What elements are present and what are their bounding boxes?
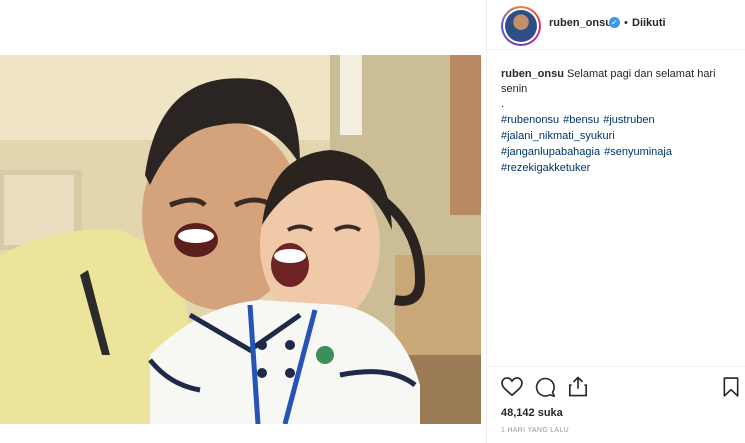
story-ring[interactable] (501, 6, 541, 46)
header-separator: • (624, 17, 628, 29)
post-caption: ruben_onsu Selamat pagi dan selamat hari … (501, 67, 737, 112)
avatar (505, 10, 537, 42)
bottom-margin (0, 424, 481, 443)
bookmark-icon[interactable] (723, 377, 739, 397)
hashtag-link[interactable]: #justruben (603, 112, 654, 128)
hashtag-link[interactable]: #senyuminaja (604, 144, 672, 160)
hashtag-link[interactable]: #janganlupabahagia (501, 144, 600, 160)
caption-username[interactable]: ruben_onsu (501, 68, 564, 80)
like-count[interactable]: 48,142 suka (501, 407, 563, 419)
caption-text: Selamat pagi dan selamat hari (566, 68, 716, 80)
caption-line: ruben_onsu Selamat pagi dan selamat hari (501, 67, 737, 82)
avatar-frame (503, 8, 539, 44)
photo-illustration (0, 55, 481, 424)
caption-text-continued: senin (501, 83, 528, 95)
heart-icon[interactable] (501, 377, 523, 397)
comment-icon[interactable] (535, 377, 556, 398)
instagram-post: ruben_onsu ✓ • Diikuti ruben_onsu Selamat… (0, 0, 745, 443)
hashtag-link[interactable]: #rubenonsu (501, 112, 559, 128)
post-timestamp: 1 HARI YANG LALU (501, 427, 569, 434)
hashtag-link[interactable]: #rezekigakketuker (501, 160, 590, 176)
post-side-panel: ruben_onsu ✓ • Diikuti ruben_onsu Selamat… (486, 0, 745, 443)
following-button[interactable]: Diikuti (632, 17, 666, 29)
hashtag-link[interactable]: #jalani_nikmati_syukuri (501, 128, 615, 144)
header-username[interactable]: ruben_onsu (549, 17, 612, 29)
hashtag-link[interactable]: #bensu (563, 112, 599, 128)
post-header: ruben_onsu ✓ • Diikuti (487, 0, 745, 50)
hashtag-list: #rubenonsu #bensu #justruben #jalani_nikma… (501, 112, 737, 176)
post-photo[interactable] (0, 55, 481, 424)
top-margin (0, 0, 481, 55)
verified-badge-icon: ✓ (609, 17, 620, 28)
caption-spacer: . (501, 98, 505, 110)
share-icon[interactable] (568, 376, 588, 397)
post-actions: 48,142 suka 1 HARI YANG LALU (487, 366, 745, 443)
